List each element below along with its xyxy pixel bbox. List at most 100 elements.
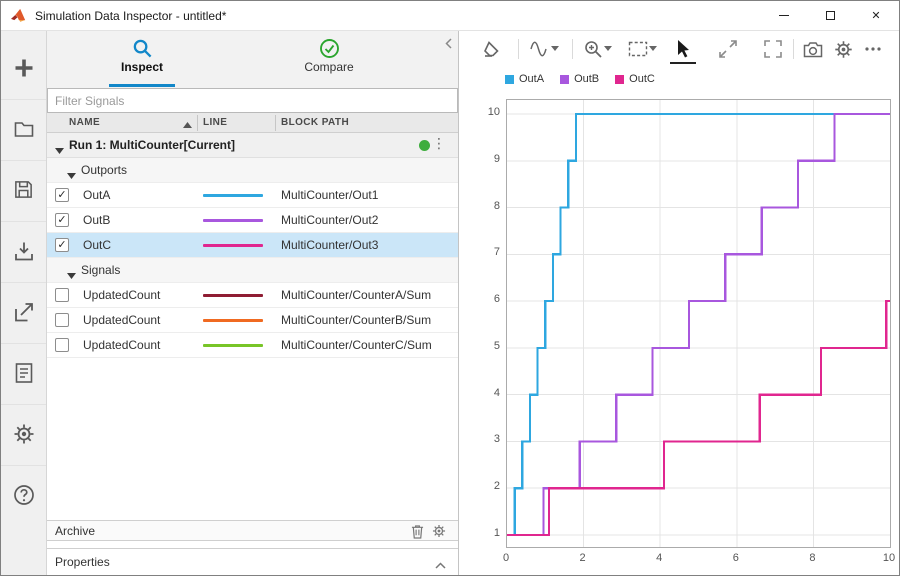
group-row-outports[interactable]: Outports [47, 158, 458, 183]
signal-checkbox[interactable] [55, 313, 69, 327]
tab-inspect-label: Inspect [121, 60, 163, 74]
signal-checkbox[interactable] [55, 288, 69, 302]
chart-settings-gear-icon[interactable] [833, 39, 853, 59]
export-icon [13, 301, 35, 326]
legend-item-outa[interactable]: OutA [505, 73, 544, 85]
signal-name: UpdatedCount [83, 313, 160, 327]
signal-block-path: MultiCounter/CounterB/Sum [281, 313, 431, 327]
group-label: Signals [81, 263, 120, 277]
create-report-button[interactable] [1, 344, 46, 405]
toolbar-divider [572, 39, 573, 59]
column-header-name[interactable]: NAME [69, 117, 100, 128]
chevron-down-icon[interactable] [649, 46, 657, 51]
preferences-button[interactable] [1, 405, 46, 466]
open-button[interactable] [1, 100, 46, 161]
import-icon [13, 240, 35, 265]
signal-table: Run 1: MultiCounter[Current] ⋮ Outports … [47, 133, 458, 358]
plus-icon [12, 56, 36, 83]
close-icon: ✕ [871, 9, 880, 22]
gear-icon [13, 423, 35, 448]
fit-to-view-icon[interactable] [763, 39, 783, 59]
column-divider [275, 115, 276, 131]
signal-name: OutA [83, 188, 110, 202]
run-status-dot [419, 140, 430, 151]
x-tick-label: 0 [494, 552, 518, 564]
help-button[interactable] [1, 466, 46, 527]
filter-signals-input[interactable] [47, 88, 458, 113]
signal-checkbox[interactable] [55, 338, 69, 352]
archive-label: Archive [55, 524, 95, 538]
signal-row-outb[interactable]: ✓ OutB MultiCounter/Out2 [47, 208, 458, 233]
y-tick-label: 2 [460, 480, 500, 492]
toolbar-divider [518, 39, 519, 59]
tab-compare[interactable]: Compare [259, 38, 399, 74]
properties-bar[interactable]: Properties [47, 548, 458, 575]
tab-inspect[interactable]: Inspect [72, 38, 212, 74]
signal-block-path: MultiCounter/CounterC/Sum [281, 338, 432, 352]
signal-name: OutC [83, 238, 111, 252]
signal-checkbox[interactable]: ✓ [55, 238, 69, 252]
x-tick-label: 4 [647, 552, 671, 564]
x-tick-label: 2 [571, 552, 595, 564]
minimize-button[interactable] [761, 1, 807, 30]
signal-row-updatedcount-c[interactable]: UpdatedCount MultiCounter/CounterC/Sum [47, 333, 458, 358]
zoom-region-icon[interactable] [628, 39, 648, 59]
signal-row-outa[interactable]: ✓ OutA MultiCounter/Out1 [47, 183, 458, 208]
legend-item-outb[interactable]: OutB [560, 73, 599, 85]
chevron-up-icon[interactable] [435, 558, 446, 572]
pan-diagonal-arrows-icon[interactable] [718, 39, 738, 59]
trash-icon[interactable] [411, 524, 424, 542]
signal-block-path: MultiCounter/Out1 [281, 188, 378, 202]
zoom-in-icon[interactable] [583, 39, 603, 59]
signal-checkbox[interactable]: ✓ [55, 213, 69, 227]
chevron-down-icon[interactable] [604, 46, 612, 51]
export-button[interactable] [1, 283, 46, 344]
step-plot [507, 100, 890, 547]
plot-area[interactable] [506, 99, 891, 548]
table-header: NAME LINE BLOCK PATH [47, 113, 458, 133]
search-icon [72, 38, 212, 60]
camera-snapshot-icon[interactable] [803, 39, 823, 59]
run-row[interactable]: Run 1: MultiCounter[Current] ⋮ [47, 133, 458, 158]
column-header-block-path[interactable]: BLOCK PATH [281, 117, 349, 128]
import-button[interactable] [1, 222, 46, 283]
signal-line-swatch [203, 219, 263, 222]
chevron-down-icon[interactable] [551, 46, 559, 51]
chart-toolbar [460, 31, 899, 67]
signal-row-outc[interactable]: ✓ OutC MultiCounter/Out3 [47, 233, 458, 258]
collapse-triangle-icon[interactable] [67, 168, 76, 182]
signal-row-updatedcount-a[interactable]: UpdatedCount MultiCounter/CounterA/Sum [47, 283, 458, 308]
collapse-triangle-icon[interactable] [55, 143, 64, 157]
signal-wave-icon[interactable] [530, 39, 550, 59]
signal-row-updatedcount-b[interactable]: UpdatedCount MultiCounter/CounterB/Sum [47, 308, 458, 333]
legend-label: OutC [629, 73, 655, 85]
column-header-line[interactable]: LINE [203, 117, 227, 128]
more-options-icon[interactable] [863, 39, 883, 59]
save-button[interactable] [1, 161, 46, 222]
legend-swatch [560, 75, 569, 84]
filter-row [47, 88, 458, 113]
archive-settings-gear-icon[interactable] [432, 524, 446, 541]
signal-line-swatch [203, 244, 263, 247]
y-tick-label: 4 [460, 387, 500, 399]
signal-checkbox[interactable]: ✓ [55, 188, 69, 202]
y-tick-label: 3 [460, 433, 500, 445]
group-row-signals[interactable]: Signals [47, 258, 458, 283]
folder-icon [13, 118, 35, 143]
collapse-triangle-icon[interactable] [67, 268, 76, 282]
run-options-kebab-icon[interactable]: ⋮ [432, 136, 446, 152]
legend-item-outc[interactable]: OutC [615, 73, 655, 85]
signal-panel: Inspect Compare NAME LINE BLOCK PATH [47, 31, 459, 575]
archive-bar[interactable]: Archive [47, 520, 458, 541]
window-title: Simulation Data Inspector - untitled* [35, 9, 226, 23]
pointer-cursor-icon[interactable] [673, 39, 693, 59]
add-button[interactable] [1, 39, 46, 100]
x-tick-label: 8 [800, 552, 824, 564]
check-circle-icon [259, 38, 399, 60]
close-button[interactable]: ✕ [853, 1, 899, 30]
highlight-eraser-icon[interactable] [481, 39, 501, 59]
signal-block-path: MultiCounter/Out3 [281, 238, 378, 252]
app-window: Simulation Data Inspector - untitled* ✕ [0, 0, 900, 576]
maximize-button[interactable] [807, 1, 853, 30]
collapse-panel-button[interactable] [445, 38, 452, 52]
